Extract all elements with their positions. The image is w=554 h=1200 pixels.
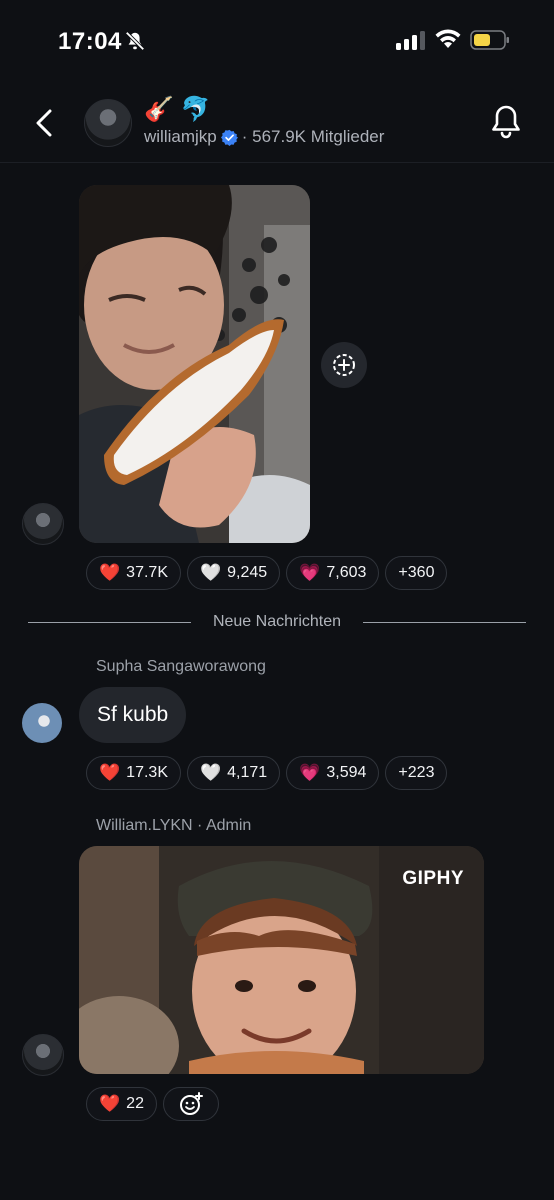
reaction-count: 17.3K: [126, 764, 168, 781]
admin-avatar[interactable]: [22, 1034, 64, 1076]
pink-heart-icon: 💗: [299, 763, 321, 782]
channel-name: williamjkp: [144, 127, 217, 146]
more-reactions-button[interactable]: +223: [385, 756, 448, 790]
new-messages-label: Neue Nachrichten: [212, 613, 342, 630]
pink-heart-icon: 💗: [299, 563, 321, 582]
reaction-bar: ❤️ 22: [86, 1087, 219, 1121]
channel-avatar[interactable]: [84, 99, 132, 147]
header-divider: [0, 162, 554, 163]
divider-line-right: [363, 622, 526, 623]
channel-info[interactable]: williamjkp · 567.9K Mitglieder: [144, 127, 384, 147]
silent-mode-icon: [125, 31, 145, 51]
reaction-pink-heart[interactable]: 💗 7,603: [286, 556, 380, 590]
add-circle-icon: [333, 354, 355, 376]
member-count: · 567.9K Mitglieder: [241, 127, 385, 146]
reaction-count: 7,603: [326, 564, 367, 581]
reaction-count: 37.7K: [126, 564, 168, 581]
message-bubble[interactable]: Sf kubb: [79, 687, 187, 743]
reaction-bar: ❤️ 37.7K 🤍 9,245 💗 7,603 +360: [86, 556, 448, 590]
reaction-red-heart[interactable]: ❤️ 37.7K: [86, 556, 181, 590]
reaction-count: 3,594: [326, 764, 367, 781]
message-sender-name[interactable]: William.LYKN · Admin: [96, 817, 251, 835]
gif-message[interactable]: GIPHY: [79, 846, 484, 1074]
message-sender-name[interactable]: Supha Sangaworawong: [96, 658, 266, 676]
reaction-count: 22: [126, 1095, 144, 1112]
white-heart-icon: 🤍: [199, 563, 222, 582]
battery-icon: [470, 30, 509, 50]
reaction-red-heart[interactable]: ❤️ 17.3K: [86, 756, 181, 790]
notification-bell-icon[interactable]: [488, 102, 524, 142]
red-heart-icon: ❤️: [99, 563, 121, 582]
sender-avatar[interactable]: [22, 503, 64, 545]
shared-photo[interactable]: [79, 185, 310, 543]
reaction-count: 4,171: [227, 764, 268, 781]
wifi-icon: [435, 29, 461, 48]
reaction-bar: ❤️ 17.3K 🤍 4,171 💗 3,594 +223: [86, 756, 448, 790]
red-heart-icon: ❤️: [99, 1094, 121, 1113]
more-reactions-count: +360: [398, 564, 435, 581]
more-reactions-count: +223: [398, 764, 435, 781]
reaction-count: 9,245: [227, 564, 268, 581]
reaction-white-heart[interactable]: 🤍 4,171: [186, 756, 281, 790]
channel-emojis: 🎸 🐬: [144, 96, 211, 123]
status-time: 17:04: [58, 28, 122, 55]
giphy-label: GIPHY: [402, 868, 464, 889]
more-reactions-button[interactable]: +360: [385, 556, 448, 590]
user-avatar[interactable]: [22, 703, 62, 743]
reaction-white-heart[interactable]: 🤍 9,245: [186, 556, 281, 590]
back-arrow-icon[interactable]: [30, 106, 62, 140]
add-emoji-icon: [179, 1092, 203, 1115]
add-reaction-button[interactable]: [162, 1087, 219, 1121]
white-heart-icon: 🤍: [199, 763, 222, 782]
message-text: Sf kubb: [97, 703, 169, 726]
reaction-pink-heart[interactable]: 💗 3,594: [286, 756, 380, 790]
photo-illustration: [79, 185, 310, 543]
reaction-red-heart[interactable]: ❤️ 22: [86, 1087, 157, 1121]
verified-badge-icon: [220, 129, 238, 146]
add-to-list-button[interactable]: [321, 342, 367, 388]
cellular-signal-icon: [396, 31, 425, 50]
red-heart-icon: ❤️: [99, 763, 121, 782]
